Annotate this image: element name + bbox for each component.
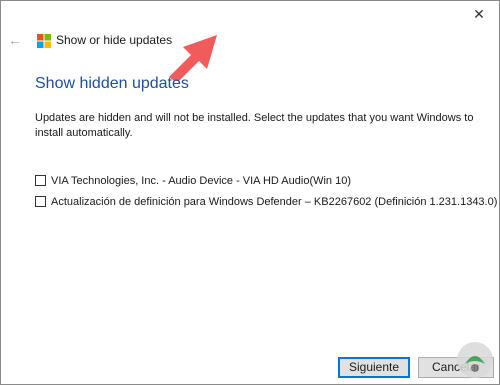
title-bar: ✕ (1, 1, 499, 27)
update-item[interactable]: VIA Technologies, Inc. - Audio Device - … (35, 170, 495, 191)
update-checkbox[interactable] (35, 196, 46, 207)
pointer-arrow-icon (169, 35, 217, 81)
update-label: Actualización de definición para Windows… (51, 195, 498, 208)
update-label: VIA Technologies, Inc. - Audio Device - … (51, 174, 352, 187)
windows-logo-icon (37, 34, 51, 48)
update-item[interactable]: Actualización de definición para Windows… (35, 191, 498, 212)
close-icon[interactable]: ✕ (469, 4, 489, 24)
back-arrow-icon[interactable]: ← (8, 32, 24, 48)
page-title: Show hidden updates (35, 75, 189, 92)
watermark-logo-icon (457, 342, 493, 378)
dialog-window: ✕ ← Show or hide updates Show hidden upd… (0, 0, 500, 385)
next-button[interactable]: Siguiente (338, 357, 410, 378)
description-text: Updates are hidden and will not be insta… (35, 112, 474, 139)
app-title: Show or hide updates (56, 33, 173, 47)
update-list: VIA Technologies, Inc. - Audio Device - … (35, 170, 498, 212)
dialog-header: ← Show or hide updates (1, 29, 499, 55)
update-checkbox[interactable] (35, 175, 46, 186)
